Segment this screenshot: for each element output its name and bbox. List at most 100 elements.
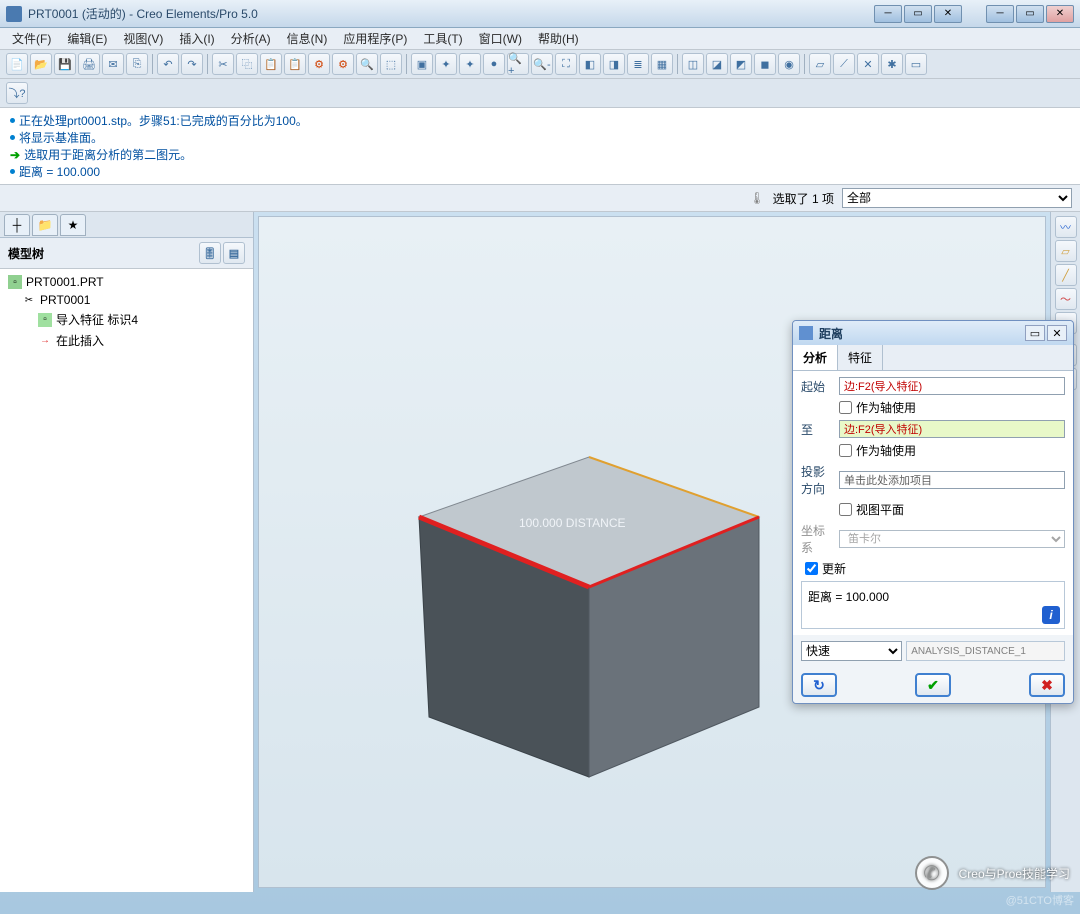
tree-node-import[interactable]: ▫导入特征 标识4: [4, 309, 249, 330]
datum-csys-icon[interactable]: ✱: [881, 53, 903, 75]
menu-file[interactable]: 文件(F): [4, 27, 59, 50]
menu-tools[interactable]: 工具(T): [415, 27, 470, 50]
sidebar-tabs: ┼ 📁 ★: [0, 212, 253, 238]
nohidden-icon[interactable]: ◩: [730, 53, 752, 75]
update-checkbox[interactable]: [805, 562, 818, 575]
secondary-toolbar: ⤵?: [0, 79, 1080, 108]
menu-insert[interactable]: 插入(I): [171, 27, 222, 50]
menu-app[interactable]: 应用程序(P): [335, 27, 415, 50]
menu-help[interactable]: 帮助(H): [530, 27, 587, 50]
panel-icon: [799, 326, 813, 340]
rt-spline-icon[interactable]: 〰: [1055, 216, 1077, 238]
menu-analysis[interactable]: 分析(A): [223, 27, 279, 50]
selbox-icon[interactable]: ⬚: [380, 53, 402, 75]
copy-icon[interactable]: ⿻: [236, 53, 258, 75]
repaint-icon[interactable]: ▣: [411, 53, 433, 75]
rt-curve-icon[interactable]: 〜: [1055, 288, 1077, 310]
selection-bar: 🌡 选取了 1 项 全部: [0, 185, 1080, 212]
new-icon[interactable]: 📄: [6, 53, 28, 75]
info-icon[interactable]: i: [1042, 606, 1060, 624]
minimize-button[interactable]: ─: [874, 5, 902, 23]
ok-button[interactable]: ✔: [915, 673, 951, 697]
datum-point-icon[interactable]: ✕: [857, 53, 879, 75]
menu-view[interactable]: 视图(V): [115, 27, 171, 50]
tree-settings-icon[interactable]: 🎚: [199, 242, 221, 264]
maximize-inner-button[interactable]: ▭: [904, 5, 932, 23]
paste2-icon[interactable]: 📋: [284, 53, 306, 75]
from-input[interactable]: 边:F2(导入特征): [839, 377, 1065, 395]
tab-analysis[interactable]: 分析: [793, 345, 838, 370]
tab-folder-icon[interactable]: 📁: [32, 214, 58, 236]
export-icon[interactable]: ⎘: [126, 53, 148, 75]
minimize-outer-button[interactable]: ─: [986, 5, 1014, 23]
rt-plane-icon[interactable]: ▱: [1055, 240, 1077, 262]
to-input[interactable]: 边:F2(导入特征): [839, 420, 1065, 438]
msg-1: 正在处理prt0001.stp。步骤51:已完成的百分比为100。: [19, 112, 308, 129]
find-icon[interactable]: 🔍: [356, 53, 378, 75]
realtime-icon[interactable]: ◉: [778, 53, 800, 75]
watermark: ✆ Creo与Proe技能学习: [915, 856, 1070, 890]
undo-icon[interactable]: ↶: [157, 53, 179, 75]
menu-info[interactable]: 信息(N): [279, 27, 336, 50]
cut-icon[interactable]: ✂: [212, 53, 234, 75]
zoomout-icon[interactable]: 🔍-: [531, 53, 553, 75]
tab-tree-icon[interactable]: ┼: [4, 214, 30, 236]
shaded-icon[interactable]: ◼: [754, 53, 776, 75]
result-text: 距离 = 100.000: [808, 590, 889, 604]
repeat-button[interactable]: ↻: [801, 673, 837, 697]
selection-filter[interactable]: 全部: [842, 188, 1072, 208]
menu-window[interactable]: 窗口(W): [471, 27, 530, 50]
redo-icon[interactable]: ↷: [181, 53, 203, 75]
paste-icon[interactable]: 📋: [260, 53, 282, 75]
viewmgr-icon[interactable]: ▦: [651, 53, 673, 75]
shade-icon[interactable]: ●: [483, 53, 505, 75]
close-outer-button[interactable]: ✕: [1046, 5, 1074, 23]
regen2-icon[interactable]: ⚙: [332, 53, 354, 75]
hidden-icon[interactable]: ◪: [706, 53, 728, 75]
zoomin-icon[interactable]: 🔍+: [507, 53, 529, 75]
tree-show-icon[interactable]: ▤: [223, 242, 245, 264]
tab-feature[interactable]: 特征: [838, 345, 883, 370]
analysis-name-input[interactable]: [906, 641, 1065, 661]
model-tree[interactable]: ▫PRT0001.PRT ✂PRT0001 ▫导入特征 标识4 →在此插入: [0, 269, 253, 892]
menu-edit[interactable]: 编辑(E): [59, 27, 115, 50]
view-plane-checkbox[interactable]: [839, 503, 852, 516]
to-as-axis-checkbox[interactable]: [839, 444, 852, 457]
from-as-axis-checkbox[interactable]: [839, 401, 852, 414]
save-icon[interactable]: 💾: [54, 53, 76, 75]
datum-axis-icon[interactable]: ⟋: [833, 53, 855, 75]
panel-pin-button[interactable]: ▭: [1025, 325, 1045, 341]
app-icon: [6, 6, 22, 22]
wireframe-icon[interactable]: ◫: [682, 53, 704, 75]
sidebar: ┼ 📁 ★ 模型树 🎚 ▤ ▫PRT0001.PRT ✂PRT0001 ▫导入特…: [0, 212, 254, 892]
panel-close-button[interactable]: ✕: [1047, 325, 1067, 341]
layers-icon[interactable]: ≣: [627, 53, 649, 75]
tree-node-insert[interactable]: →在此插入: [4, 330, 249, 351]
tree-node-prt0001[interactable]: ✂PRT0001: [4, 291, 249, 309]
proj-input[interactable]: 单击此处添加项目: [839, 471, 1065, 489]
savedview-icon[interactable]: ◨: [603, 53, 625, 75]
distance-annotation: 100.000 DISTANCE: [519, 516, 626, 530]
refit-icon[interactable]: ⛶: [555, 53, 577, 75]
panel-title: 距离: [819, 325, 1023, 342]
tree-title: 模型树: [8, 245, 44, 262]
msg-2: 将显示基准面。: [19, 129, 103, 146]
result-box: 距离 = 100.000 i: [801, 581, 1065, 629]
cancel-button[interactable]: ✖: [1029, 673, 1065, 697]
close-inner-button[interactable]: ✕: [934, 5, 962, 23]
maximize-outer-button[interactable]: ▭: [1016, 5, 1044, 23]
orient-icon[interactable]: ◧: [579, 53, 601, 75]
analysis-type-select[interactable]: 快速: [801, 641, 902, 661]
spin-icon[interactable]: ✦: [435, 53, 457, 75]
annot-icon[interactable]: ▭: [905, 53, 927, 75]
datum-plane-icon[interactable]: ▱: [809, 53, 831, 75]
tree-root[interactable]: ▫PRT0001.PRT: [4, 273, 249, 291]
tab-star-icon[interactable]: ★: [60, 214, 86, 236]
spin2-icon[interactable]: ✦: [459, 53, 481, 75]
help-cursor-icon[interactable]: ⤵?: [6, 82, 28, 104]
rt-axis-icon[interactable]: ╱: [1055, 264, 1077, 286]
print-icon[interactable]: 🖨: [78, 53, 100, 75]
open-icon[interactable]: 📂: [30, 53, 52, 75]
mail-icon[interactable]: ✉: [102, 53, 124, 75]
regen-icon[interactable]: ⚙: [308, 53, 330, 75]
